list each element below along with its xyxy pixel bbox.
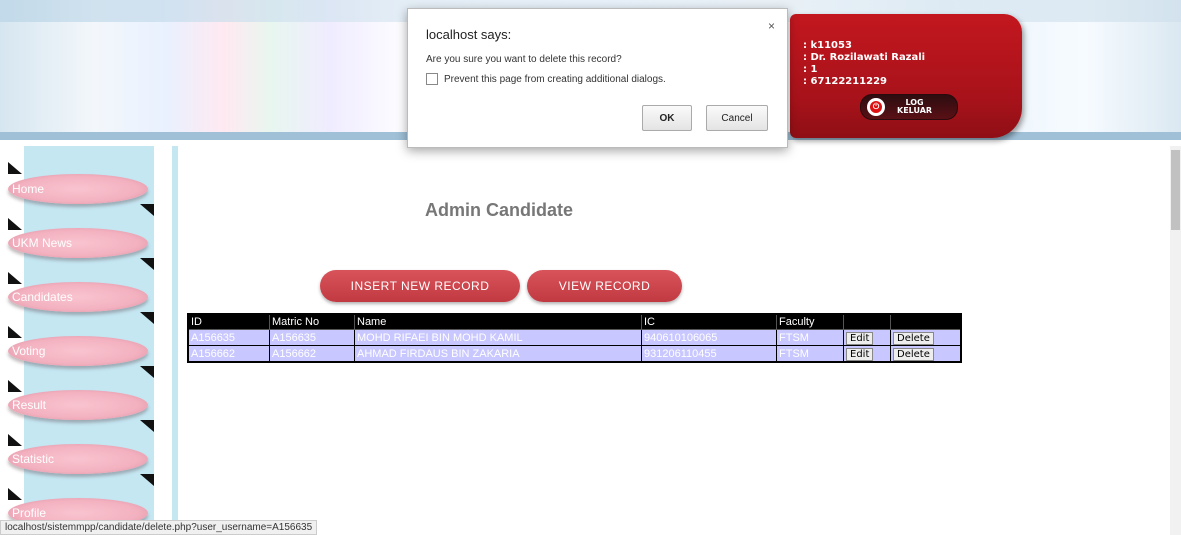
table-row: A156635 A156635 MOHD RIFAEI BIN MOHD KAM… — [187, 329, 962, 346]
prevent-dialogs-checkbox[interactable]: Prevent this page from creating addition… — [426, 73, 666, 85]
nav-corner-left — [8, 162, 22, 174]
column-header: Faculty — [776, 313, 844, 330]
nav-corner-right — [140, 204, 154, 216]
column-header — [843, 313, 891, 330]
sidebar-divider — [172, 146, 178, 535]
cell-ic: 940610106065 — [641, 329, 777, 346]
scrollbar-thumb[interactable] — [1171, 150, 1180, 230]
column-header — [890, 313, 962, 330]
cancel-button[interactable]: Cancel — [706, 105, 768, 131]
dialog-title: localhost says: — [426, 27, 512, 42]
cell-faculty: FTSM — [776, 345, 844, 363]
cell-name: AHMAD FIRDAUS BIN ZAKARIA — [354, 345, 642, 363]
cell-id: A156662 — [187, 345, 270, 363]
cell-matric: A156662 — [269, 345, 355, 363]
table-header-row: ID Matric No Name IC Faculty — [187, 313, 962, 330]
nav-corner-left — [8, 434, 22, 446]
power-icon: ⏻ — [867, 98, 885, 116]
nav-corner-right — [140, 420, 154, 432]
cell-matric: A156635 — [269, 329, 355, 346]
nav-corner-left — [8, 488, 22, 500]
confirm-dialog: localhost says: × Are you sure you want … — [407, 8, 788, 148]
status-bar-url: localhost/sistemmpp/candidate/delete.php… — [0, 520, 318, 535]
cell-id: A156635 — [187, 329, 270, 346]
page-title: Admin Candidate — [425, 200, 574, 220]
cell-ic: 931206110455 — [641, 345, 777, 363]
logout-button[interactable]: ⏻ LOG KELUAR — [860, 94, 958, 120]
checkbox-box[interactable] — [426, 73, 438, 85]
cell-delete: Delete — [890, 329, 962, 346]
cell-delete: Delete — [890, 345, 962, 363]
nav-item-statistic[interactable]: Statistic — [8, 444, 148, 474]
nav-item-result[interactable]: Result — [8, 390, 148, 420]
checkbox-label: Prevent this page from creating addition… — [444, 73, 666, 85]
insert-record-button[interactable]: INSERT NEW RECORD — [320, 270, 520, 302]
nav-corner-left — [8, 326, 22, 338]
nav-corner-left — [8, 218, 22, 230]
cell-edit: Edit — [843, 329, 891, 346]
column-header: Name — [354, 313, 642, 330]
view-record-button[interactable]: VIEW RECORD — [527, 270, 682, 302]
cell-edit: Edit — [843, 345, 891, 363]
nav-corner-left — [8, 272, 22, 284]
table-row: A156662 A156662 AHMAD FIRDAUS BIN ZAKARI… — [187, 345, 962, 363]
dialog-message: Are you sure you want to delete this rec… — [426, 54, 622, 65]
nav-item-home[interactable]: Home — [8, 174, 148, 204]
nav-item-ukm-news[interactable]: UKM News — [8, 228, 148, 258]
nav-corner-right — [140, 366, 154, 378]
user-ic: : 67122211229 — [803, 76, 888, 87]
user-info: : k11053 : Dr. Rozilawati Razali : 1 : 6… — [803, 40, 925, 88]
nav-corner-left — [8, 380, 22, 392]
ok-button[interactable]: OK — [642, 105, 692, 131]
delete-button[interactable]: Delete — [893, 347, 934, 361]
delete-button[interactable]: Delete — [893, 331, 934, 345]
user-id: : k11053 — [803, 40, 852, 51]
nav-corner-right — [140, 474, 154, 486]
user-level: : 1 — [803, 64, 818, 75]
nav-corner-right — [140, 312, 154, 324]
column-header: Matric No — [269, 313, 355, 330]
cell-name: MOHD RIFAEI BIN MOHD KAMIL — [354, 329, 642, 346]
column-header: IC — [641, 313, 777, 330]
user-name: : Dr. Rozilawati Razali — [803, 52, 926, 63]
column-header: ID — [187, 313, 270, 330]
candidate-table: ID Matric No Name IC Faculty A156635 A15… — [187, 313, 962, 363]
logout-label: LOG KELUAR — [897, 98, 933, 115]
nav-corner-right — [140, 258, 154, 270]
close-icon[interactable]: × — [768, 19, 775, 33]
cell-faculty: FTSM — [776, 329, 844, 346]
nav-item-candidates[interactable]: Candidates — [8, 282, 148, 312]
nav-item-voting[interactable]: Voting — [8, 336, 148, 366]
edit-button[interactable]: Edit — [846, 331, 874, 345]
edit-button[interactable]: Edit — [846, 347, 874, 361]
